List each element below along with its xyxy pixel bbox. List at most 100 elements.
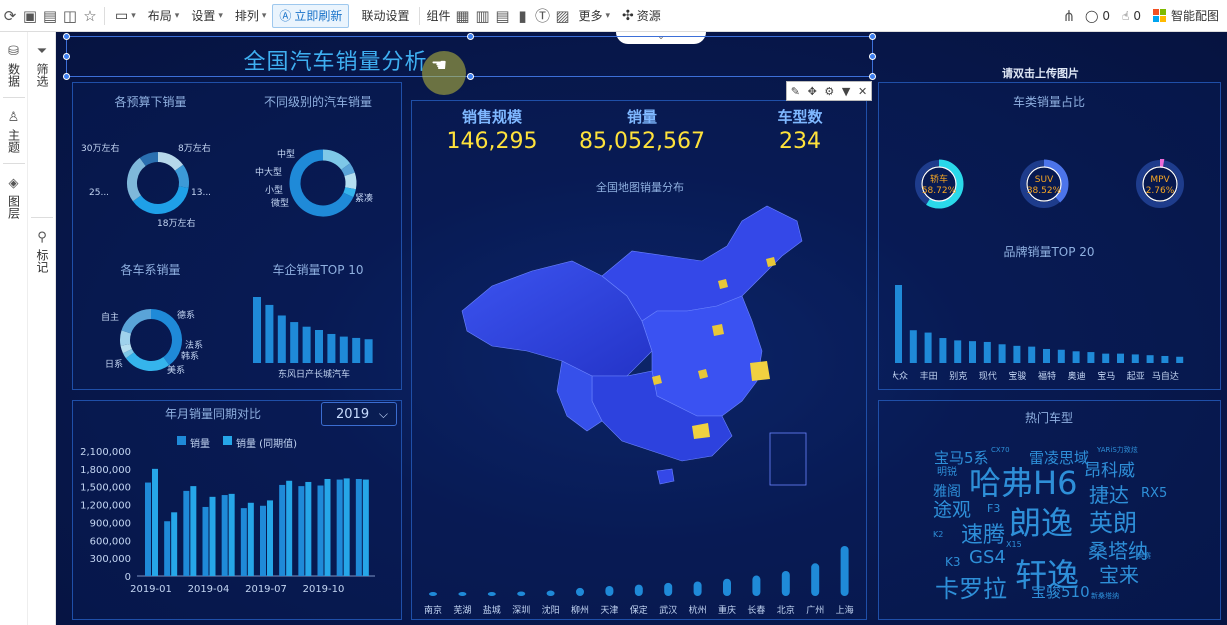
donut-slice[interactable] <box>125 352 170 371</box>
donut-slice[interactable] <box>120 330 132 346</box>
bar[interactable] <box>228 493 235 576</box>
donut-slice[interactable] <box>127 157 146 202</box>
donut-slice[interactable] <box>322 149 351 171</box>
bar[interactable] <box>209 496 216 576</box>
yoy-bar-chart[interactable]: 0 300,000 600,000 900,000 1,200,000 1,500,000… <box>73 446 403 618</box>
bar[interactable] <box>605 586 614 596</box>
comments-button[interactable]: ◯ 0 <box>1079 0 1116 32</box>
sidebar-item-data[interactable]: ⛁ 数据 <box>0 44 27 87</box>
image-icon[interactable]: ▨ <box>552 0 572 32</box>
bar[interactable] <box>634 584 643 596</box>
donut-slice[interactable] <box>120 343 133 354</box>
sidebar-item-layers[interactable]: ◈ 图层 <box>0 176 27 219</box>
linkage-settings-button[interactable]: 联动设置 <box>355 0 415 32</box>
layout-menu[interactable]: 布局 ▾ <box>142 0 186 32</box>
bar[interactable] <box>221 495 228 576</box>
sidebar-item-annotate[interactable]: ⚲ 标记 <box>28 230 56 273</box>
donut-slice[interactable] <box>157 152 184 171</box>
bar[interactable] <box>183 490 190 576</box>
resize-handle-nw[interactable] <box>63 33 70 40</box>
refresh-icon[interactable]: ⟳ <box>0 0 20 32</box>
component-menu[interactable]: 组件 <box>424 0 452 32</box>
bar[interactable] <box>352 337 361 363</box>
word-cloud-term[interactable]: X15 <box>1006 541 1022 549</box>
bar[interactable] <box>277 315 286 363</box>
word-cloud-term[interactable]: 新桑塔纳 <box>1091 593 1119 600</box>
bar[interactable] <box>752 575 761 596</box>
bar[interactable] <box>909 330 917 363</box>
bar[interactable] <box>458 592 467 596</box>
table-icon[interactable]: ▦ <box>452 0 472 32</box>
donut-slice[interactable] <box>150 309 182 366</box>
word-cloud-term[interactable]: 明锐 <box>937 468 957 478</box>
bar[interactable] <box>364 339 373 363</box>
resize-handle-e[interactable] <box>869 53 876 60</box>
resize-handle-s[interactable] <box>467 73 474 80</box>
bar[interactable] <box>895 285 902 363</box>
bar[interactable] <box>664 582 673 596</box>
resize-handle-ne[interactable] <box>869 33 876 40</box>
bar[interactable] <box>1013 345 1021 363</box>
word-cloud-term[interactable]: 哈弗H6 <box>969 467 1077 499</box>
donut-slice[interactable] <box>174 164 189 188</box>
word-cloud-term[interactable]: GS4 <box>969 549 1006 567</box>
save-icon[interactable]: ▣ <box>20 0 40 32</box>
likes-button[interactable]: ☝ 0 <box>1116 0 1147 32</box>
word-cloud-term[interactable]: 朗逸 <box>1009 507 1073 539</box>
more-menu[interactable]: 更多 ▾ <box>572 0 616 32</box>
bar[interactable] <box>924 332 932 363</box>
bar[interactable] <box>339 336 348 363</box>
arrange-menu[interactable]: 排列 ▾ <box>229 0 273 32</box>
bar[interactable] <box>1028 346 1036 363</box>
bar[interactable] <box>265 304 274 363</box>
word-cloud-term[interactable]: CX70 <box>991 447 1010 454</box>
brand20-bar-chart[interactable]: 大众 丰田 别克 现代 宝骏 福特 奥迪 宝马 起亚 马自达 <box>893 273 1193 383</box>
bar[interactable] <box>317 485 324 576</box>
sidebar-item-filter[interactable]: ⏷ 筛选 <box>28 44 56 87</box>
bar[interactable] <box>336 479 343 576</box>
word-cloud-term[interactable]: 雅阁 <box>933 485 961 499</box>
bar[interactable] <box>260 505 266 576</box>
bar[interactable] <box>1057 349 1065 363</box>
word-cloud-term[interactable]: 宝来 <box>1099 565 1139 585</box>
bar[interactable] <box>840 546 849 596</box>
word-cloud-term[interactable]: 卡罗拉 <box>935 577 1007 601</box>
bar[interactable] <box>1102 353 1110 363</box>
resize-handle-sw[interactable] <box>63 73 70 80</box>
bar[interactable] <box>290 322 299 363</box>
budget-donut-chart[interactable] <box>118 143 198 223</box>
word-cloud-term[interactable]: 途观 <box>933 501 971 520</box>
bar[interactable] <box>998 344 1006 363</box>
top10-bar-chart[interactable] <box>253 291 393 363</box>
detail-table-icon[interactable]: ▤ <box>492 0 512 32</box>
donut-slice[interactable] <box>132 185 189 214</box>
bar[interactable] <box>1087 352 1095 363</box>
image-upload-placeholder[interactable]: 请双击上传图片 <box>1002 65 1079 81</box>
dropdown-icon[interactable]: ▼ <box>842 85 850 98</box>
bar[interactable] <box>324 478 331 576</box>
word-cloud-term[interactable]: 宝骏510 <box>1031 585 1090 600</box>
preview-icon[interactable]: ◫ <box>60 0 80 32</box>
bar[interactable] <box>267 500 273 576</box>
donut-slice[interactable] <box>122 348 135 359</box>
donut-slice[interactable] <box>344 172 357 190</box>
word-cloud-term[interactable]: 速腾 <box>961 525 1005 547</box>
bar[interactable] <box>1146 355 1154 363</box>
bar[interactable] <box>202 506 209 576</box>
bar[interactable] <box>1161 355 1169 363</box>
bar[interactable] <box>253 297 261 363</box>
bar[interactable] <box>327 333 336 363</box>
save-as-icon[interactable]: ▤ <box>40 0 60 32</box>
bar-chart-icon[interactable]: ▮ <box>512 0 532 32</box>
bar[interactable] <box>546 590 555 596</box>
bar[interactable] <box>1131 354 1139 363</box>
china-map[interactable] <box>452 201 822 501</box>
word-cloud-term[interactable]: 昂科威 <box>1084 463 1135 480</box>
crosstab-icon[interactable]: ▥ <box>472 0 492 32</box>
donut-slice[interactable] <box>341 163 355 177</box>
bar[interactable] <box>302 326 311 363</box>
word-cloud-term[interactable]: F3 <box>987 503 1000 514</box>
title-component[interactable]: 全国汽车销量分析 ☚ <box>63 33 876 95</box>
city-bar-chart[interactable]: 南京 芜湖 盐城 深圳 沈阳 柳州 天津 保定 武汉 杭州 重庆 长春 北京 广州 上海 <box>417 541 863 619</box>
settings-menu[interactable]: 设置 ▾ <box>185 0 229 32</box>
